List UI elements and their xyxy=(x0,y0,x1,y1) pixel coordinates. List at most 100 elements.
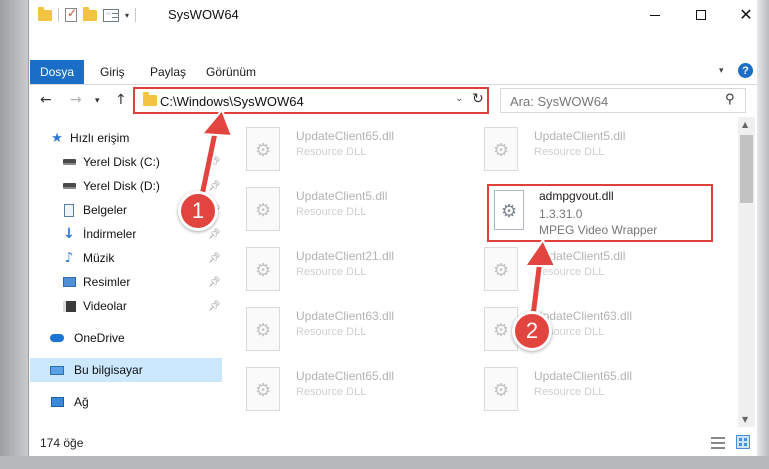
quick-access-toolbar: ▾ xyxy=(38,6,137,22)
back-arrow-icon[interactable]: ← xyxy=(40,92,52,108)
minimize-button[interactable] xyxy=(632,0,678,30)
highlighted-file[interactable]: ⚙ admpgvout.dll 1.3.31.0 MPEG Video Wrap… xyxy=(487,184,713,242)
item-count: 174 öğe xyxy=(40,436,84,450)
list-item-selected[interactable]: ⚙ admpgvout.dll 1.3.31.0 MPEG Video Wrap… xyxy=(489,186,711,240)
sidebar-item-label: Ağ xyxy=(74,395,89,409)
file-name: admpgvout.dll xyxy=(539,189,614,203)
maximize-button[interactable] xyxy=(678,0,724,30)
dll-file-icon: ⚙ xyxy=(484,127,518,171)
music-icon: ♪ xyxy=(64,250,74,266)
sidebar-item-quick-access[interactable]: ★ Hızlı erişim xyxy=(30,126,222,150)
file-name: UpdateClient5.dll xyxy=(534,249,626,263)
sidebar-item-onedrive[interactable]: OneDrive xyxy=(30,326,222,350)
pin-icon[interactable]: 📌︎ xyxy=(208,301,221,312)
list-item[interactable]: ⚙ UpdateClient5.dll Resource DLL xyxy=(226,179,446,235)
forward-arrow-icon[interactable]: → xyxy=(70,92,82,108)
tab-view[interactable]: Görünüm xyxy=(206,60,256,84)
list-item[interactable]: ⚙ UpdateClient65.dll Resource DLL xyxy=(226,119,446,175)
up-arrow-icon[interactable]: ↑ xyxy=(115,92,127,108)
sidebar-item-this-pc[interactable]: Bu bilgisayar xyxy=(30,358,222,382)
tab-home[interactable]: Giriş xyxy=(100,60,125,84)
download-icon: ↓ xyxy=(63,226,75,242)
dll-file-icon: ⚙ xyxy=(246,187,280,231)
file-name: UpdateClient65.dll xyxy=(296,369,395,383)
close-button[interactable]: ✕ xyxy=(723,0,769,30)
pin-icon[interactable]: 📌︎ xyxy=(208,277,221,288)
pin-icon[interactable]: 📌︎ xyxy=(208,157,221,168)
list-item[interactable]: ⚙ UpdateClient5.dll Resource DLL xyxy=(464,239,684,295)
toolbar-separator xyxy=(135,8,137,22)
address-dropdown-icon[interactable]: ⌄ xyxy=(455,93,463,104)
drive-icon xyxy=(62,179,76,193)
vertical-scrollbar[interactable]: ▲ ▼ xyxy=(738,117,755,427)
desktop-edge-bottom xyxy=(0,456,769,469)
search-input[interactable]: Ara: SysWOW64 ⚲ xyxy=(500,88,746,113)
list-item[interactable]: ⚙ UpdateClient5.dll Resource DLL xyxy=(464,119,684,175)
list-item[interactable]: ⚙ UpdateClient21.dll Resource DLL xyxy=(226,239,446,295)
help-icon[interactable]: ? xyxy=(738,63,753,78)
file-list: ⚙ UpdateClient65.dll Resource DLL ⚙ Upda… xyxy=(226,117,738,427)
file-description: MPEG Video Wrapper xyxy=(539,223,658,237)
dll-file-icon: ⚙ xyxy=(494,190,524,230)
sidebar-item-label: Videolar xyxy=(83,299,127,313)
file-description: Resource DLL xyxy=(296,326,367,338)
dll-file-icon: ⚙ xyxy=(246,247,280,291)
tab-share[interactable]: Paylaş xyxy=(150,60,186,84)
videos-icon xyxy=(62,299,76,313)
file-description: Resource DLL xyxy=(534,386,605,398)
file-version: 1.3.31.0 xyxy=(539,207,583,221)
view-properties-icon[interactable] xyxy=(103,8,119,22)
pictures-icon xyxy=(62,275,76,289)
sidebar-item-videos[interactable]: Videolar 📌︎ xyxy=(30,294,222,318)
address-bar[interactable]: C:\Windows\SysWOW64 ⌄ ↻ xyxy=(133,87,489,114)
ribbon-bar xyxy=(29,59,757,85)
computer-icon xyxy=(50,363,64,377)
file-description: Resource DLL xyxy=(296,266,367,278)
scrollbar-thumb[interactable] xyxy=(740,135,753,203)
sidebar-item-label: Yerel Disk (C:) xyxy=(83,155,160,169)
recent-locations-chevron-icon[interactable]: ▾ xyxy=(95,96,100,106)
sidebar-item-local-disk-c[interactable]: Yerel Disk (C:) 📌︎ xyxy=(30,150,222,174)
network-icon xyxy=(50,395,64,409)
file-description: Resource DLL xyxy=(296,386,367,398)
list-item[interactable]: ⚙ UpdateClient65.dll Resource DLL xyxy=(226,359,446,415)
sidebar-item-label: OneDrive xyxy=(74,331,125,345)
large-icons-view-icon[interactable] xyxy=(736,435,750,449)
refresh-icon[interactable]: ↻ xyxy=(472,91,484,107)
list-item[interactable]: ⚙ UpdateClient65.dll Resource DLL xyxy=(464,359,684,415)
navigation-pane: ★ Hızlı erişim Yerel Disk (C:) 📌︎ Yerel … xyxy=(30,126,225,426)
chevron-down-icon[interactable]: ▾ xyxy=(125,11,129,20)
maximize-icon xyxy=(696,10,706,20)
toolbar-separator xyxy=(58,8,59,22)
pin-icon[interactable]: 📌︎ xyxy=(208,229,221,240)
dll-file-icon: ⚙ xyxy=(246,367,280,411)
properties-check-icon[interactable] xyxy=(65,6,77,22)
tab-file[interactable]: Dosya xyxy=(30,60,84,84)
sidebar-item-music[interactable]: ♪ Müzik 📌︎ xyxy=(30,246,222,270)
pin-icon[interactable]: 📌︎ xyxy=(208,181,221,192)
list-item[interactable]: ⚙ UpdateClient63.dll Resource DLL xyxy=(226,299,446,355)
file-name: UpdateClient5.dll xyxy=(534,129,626,143)
sidebar-item-network[interactable]: Ağ xyxy=(30,390,222,414)
new-folder-icon[interactable] xyxy=(83,6,97,21)
scroll-up-icon[interactable]: ▲ xyxy=(742,120,748,129)
ribbon-expand-icon[interactable]: ▾ xyxy=(719,66,724,76)
sidebar-item-label: Hızlı erişim xyxy=(70,131,130,145)
address-path[interactable]: C:\Windows\SysWOW64 xyxy=(160,94,304,109)
desktop-edge-left xyxy=(0,0,28,469)
sidebar-item-label: Bu bilgisayar xyxy=(74,363,143,377)
sidebar-item-pictures[interactable]: Resimler 📌︎ xyxy=(30,270,222,294)
window-title: SysWOW64 xyxy=(168,7,239,22)
list-item[interactable]: ⚙ UpdateClient63.dll Resource DLL xyxy=(464,299,684,355)
search-icon[interactable]: ⚲ xyxy=(725,92,735,107)
file-name: UpdateClient63.dll xyxy=(296,309,395,323)
scroll-down-icon[interactable]: ▼ xyxy=(742,415,748,424)
details-view-icon[interactable] xyxy=(711,437,725,449)
minimize-icon xyxy=(650,14,660,16)
pin-icon[interactable]: 📌︎ xyxy=(208,253,221,264)
close-icon: ✕ xyxy=(739,5,753,24)
onedrive-icon xyxy=(50,331,64,345)
search-placeholder: Ara: SysWOW64 xyxy=(510,94,609,109)
dll-file-icon: ⚙ xyxy=(484,247,518,291)
file-name: UpdateClient5.dll xyxy=(296,189,388,203)
